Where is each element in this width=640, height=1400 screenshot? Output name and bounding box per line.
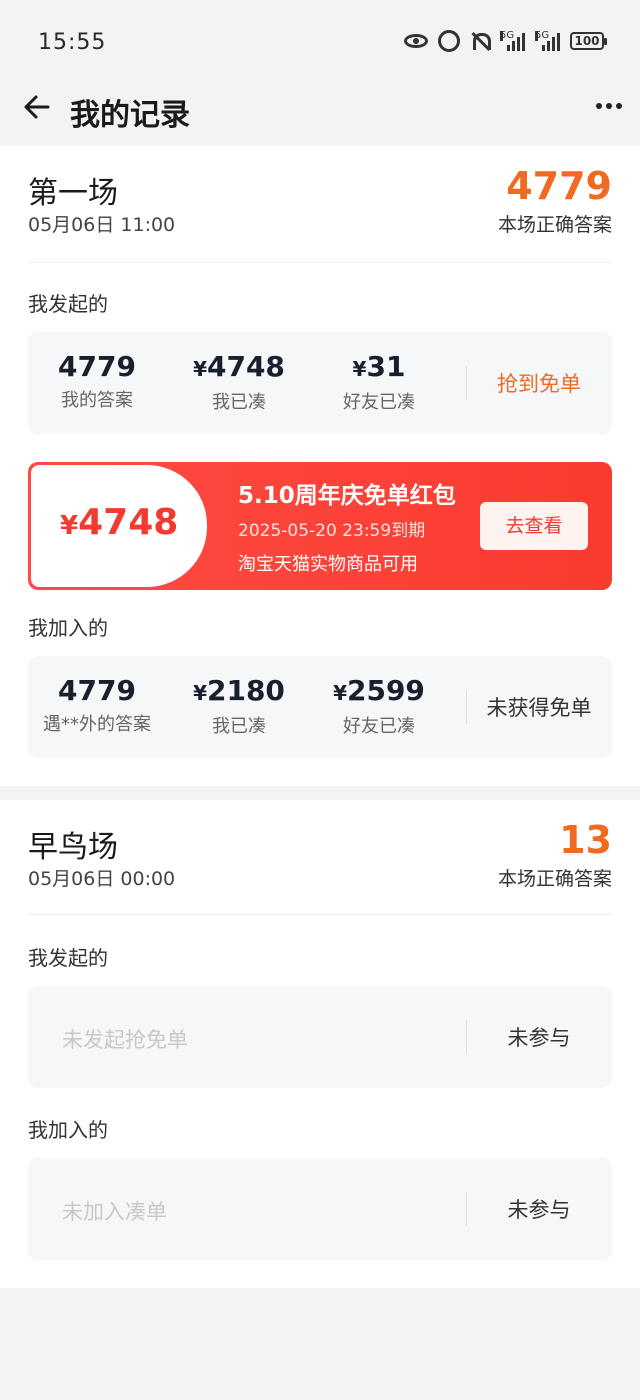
session-card: 早鸟场 05月06日 00:00 13 本场正确答案 我发起的 未发起抢免单 未… [0,800,640,1288]
result-status: 抢到免单 [497,372,581,396]
stat-me-label: 我已凑 [212,716,266,737]
divider [28,914,612,915]
coupon-scope: 淘宝天猫实物商品可用 [238,554,418,575]
stat-friend: ¥2599 好友已凑 [304,674,454,738]
stat-me-value: 4748 [206,350,285,383]
joined-stats[interactable]: 4779 遇**外的答案 ¥2180 我已凑 ¥2599 好友已凑 未获得免单 [28,656,612,758]
correct-answer: 4779 [506,164,612,208]
result-status: 未参与 [507,1198,571,1222]
empty-state-text: 未加入凑单 [62,1200,167,1224]
stat-friend-value: 31 [366,350,406,383]
signal-5g-icon: 5G [535,31,560,51]
stat-friend-label: 好友已凑 [343,716,415,737]
stat-friend: ¥31 好友已凑 [304,350,454,414]
coupon-expire: 2025-05-20 23:59到期 [238,521,426,541]
more-horizontal-icon[interactable] [594,96,624,116]
stat-me: ¥4748 我已凑 [164,350,314,414]
result-status: 未获得免单 [486,696,592,720]
initiated-stats[interactable]: 未发起抢免单 未参与 [28,986,612,1088]
eye-icon [404,34,428,48]
stat-friend-label: 好友已凑 [343,392,415,413]
coupon-amount: ¥4748 [60,502,179,543]
nav-bar: 我的记录 [0,86,640,144]
stat-me: ¥2180 我已凑 [164,674,314,738]
status-icons: 5G 5G 100 [404,30,607,52]
status-time: 15:55 [38,30,107,55]
stat-answer-value: 4779 [58,350,136,383]
session-time: 05月06日 00:00 [28,868,176,890]
free-order-coupon[interactable]: ¥4748 5.10周年庆免单红包 2025-05-20 23:59到期 淘宝天… [28,462,612,590]
stat-answer: 4779 遇**外的答案 [22,674,172,736]
bell-muted-icon [470,31,491,51]
correct-answer-label: 本场正确答案 [497,214,612,236]
alarm-icon [438,30,460,52]
status-bar: 15:55 5G 5G 100 [0,0,640,86]
session-title: 第一场 [28,176,118,211]
joined-stats[interactable]: 未加入凑单 未参与 [28,1158,612,1260]
stat-answer-label: 遇**外的答案 [43,714,151,735]
section-label-joined: 我加入的 [28,1118,108,1142]
correct-answer: 13 [559,818,612,862]
signal-5g-icon: 5G [500,31,525,51]
stat-me-value: 2180 [206,674,285,707]
divider [28,262,612,263]
section-label-initiated: 我发起的 [28,292,108,316]
arrow-left-icon[interactable] [22,92,52,122]
coupon-title: 5.10周年庆免单红包 [238,483,456,509]
initiated-stats[interactable]: 4779 我的答案 ¥4748 我已凑 ¥31 好友已凑 抢到免单 [28,332,612,434]
battery-icon: 100 [570,32,607,50]
stat-answer-label: 我的答案 [61,390,133,411]
stat-friend-value: 2599 [346,674,425,707]
stat-answer: 4779 我的答案 [22,350,172,412]
session-title: 早鸟场 [28,830,118,865]
stat-me-label: 我已凑 [212,392,266,413]
page-title: 我的记录 [70,98,190,133]
stat-answer-value: 4779 [58,674,136,707]
correct-answer-label: 本场正确答案 [497,868,612,890]
section-label-joined: 我加入的 [28,616,108,640]
view-coupon-button[interactable]: 去查看 [480,502,588,550]
empty-state-text: 未发起抢免单 [62,1028,188,1052]
session-card: 第一场 05月06日 11:00 4779 本场正确答案 我发起的 4779 我… [0,146,640,786]
result-status: 未参与 [507,1026,571,1050]
session-time: 05月06日 11:00 [28,214,176,236]
section-label-initiated: 我发起的 [28,946,108,970]
